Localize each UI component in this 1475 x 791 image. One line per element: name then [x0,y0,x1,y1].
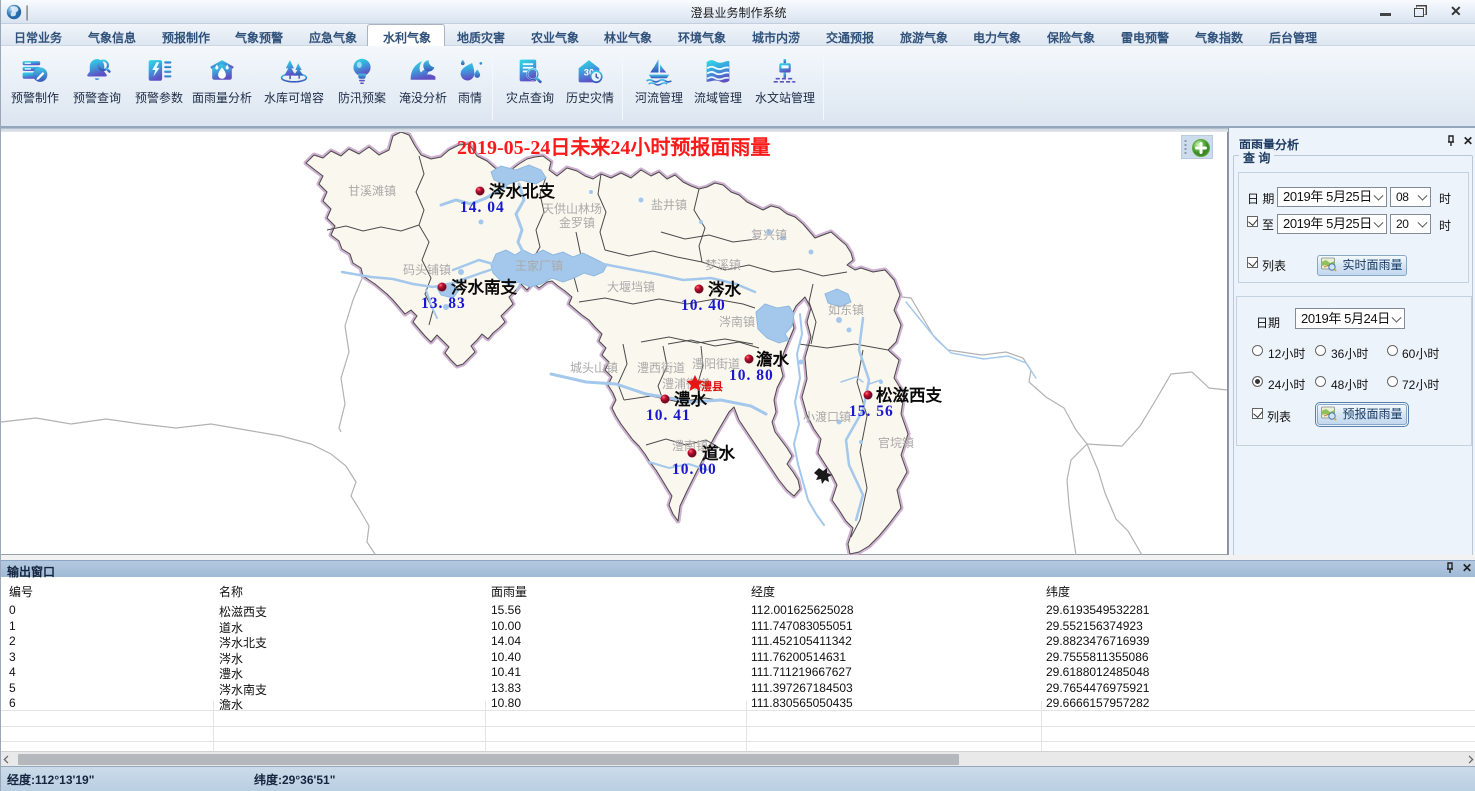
svg-text:10. 41: 10. 41 [646,407,691,424]
svg-text:甘溪滩镇: 甘溪滩镇 [348,184,396,198]
svg-text:官垸镇: 官垸镇 [878,435,914,450]
svg-text:盐井镇: 盐井镇 [651,198,687,212]
svg-text:道水: 道水 [702,443,736,463]
svg-text:码头铺镇: 码头铺镇 [403,263,451,277]
svg-text:澧水: 澧水 [674,389,708,409]
svg-text:10. 80: 10. 80 [729,367,774,384]
svg-text:涔南镇: 涔南镇 [719,314,755,329]
svg-text:小渡口镇: 小渡口镇 [803,409,851,424]
svg-text:涔水北支: 涔水北支 [489,181,556,201]
svg-text:如东镇: 如东镇 [828,302,864,317]
svg-text:王家厂镇: 王家厂镇 [515,258,563,273]
svg-text:14. 04: 14. 04 [460,199,505,216]
svg-text:涔水: 涔水 [708,279,742,299]
svg-text:涔水南支: 涔水南支 [451,277,518,297]
svg-text:松滋西支: 松滋西支 [876,385,943,405]
svg-text:10. 40: 10. 40 [681,297,726,314]
svg-text:梦溪镇: 梦溪镇 [705,258,741,272]
svg-text:金罗镇: 金罗镇 [559,215,595,230]
svg-text:13. 83: 13. 83 [421,295,466,312]
svg-text:天供山林场: 天供山林场 [542,202,602,216]
svg-text:10. 00: 10. 00 [672,461,717,478]
svg-text:复兴镇: 复兴镇 [751,228,787,242]
svg-text:城头山镇: 城头山镇 [570,361,618,375]
svg-text:15. 56: 15. 56 [849,403,894,420]
svg-text:澹水: 澹水 [756,349,790,369]
svg-text:澧西街道: 澧西街道 [637,361,685,375]
svg-text:大堰垱镇: 大堰垱镇 [607,280,655,294]
